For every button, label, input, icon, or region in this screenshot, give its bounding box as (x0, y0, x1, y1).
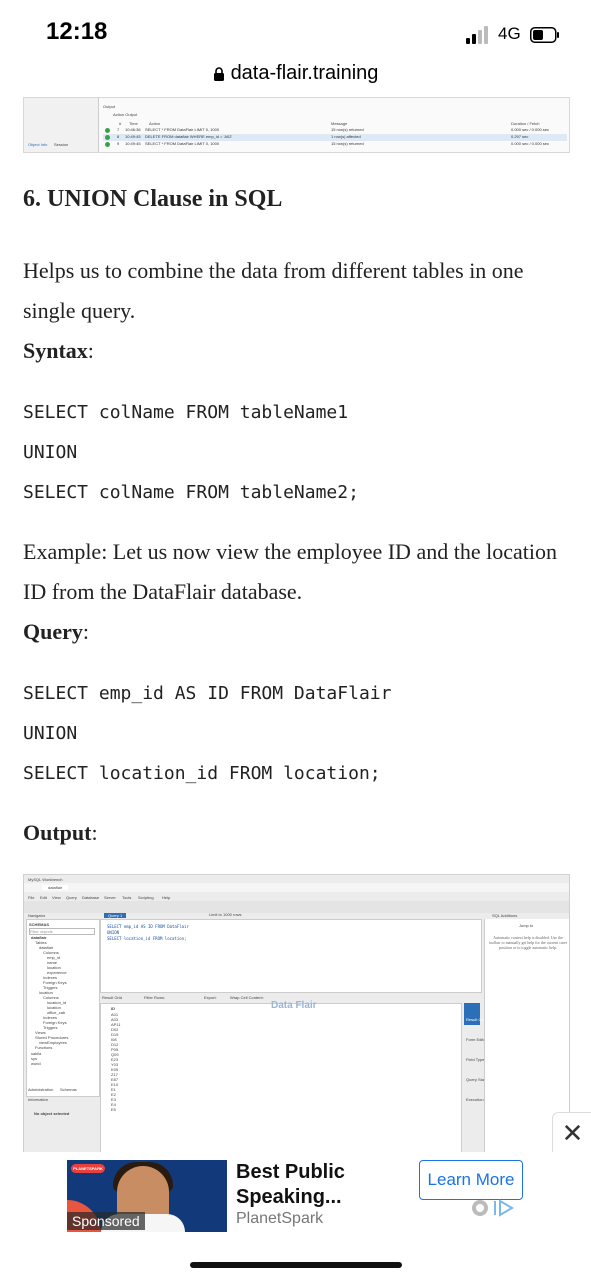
output-panel-title: Output (103, 104, 116, 109)
intro-paragraph: Helps us to combine the data from differ… (23, 258, 524, 323)
col-num: # (119, 121, 122, 126)
wb-navigator-title: Navigator (28, 913, 46, 918)
wb-query-tab: Query 1 (104, 913, 127, 918)
status-bar: 12:18 4G (0, 0, 591, 60)
sponsored-label: Sponsored (67, 1212, 145, 1230)
output-row: 9 10:49:45 SELECT * FROM DataFlair LIMIT… (103, 141, 567, 148)
wb-connection-tab: dataflair (42, 885, 69, 890)
wb-menu-scripting: Scripting (138, 895, 154, 900)
wb-editor-line: SELECT location_id FROM location; (107, 936, 187, 941)
success-icon (105, 142, 110, 147)
action-output-dropdown: Action Output (113, 112, 138, 117)
address-bar[interactable]: data-flair.training (0, 62, 591, 94)
wb-result-grid-btn: Result Grid (102, 995, 123, 1000)
query-code-line: SELECT location_id FROM location; (23, 763, 381, 784)
adchoices-icon[interactable] (470, 1198, 520, 1218)
wb-filter-rows: Filter Rows: (144, 995, 166, 1000)
battery-icon (530, 27, 559, 43)
ad-brand-badge: PLANETSPARK (71, 1164, 105, 1173)
wb-jump-to: Jump to (519, 923, 534, 928)
col-message: Message (331, 121, 348, 126)
wb-no-object: No object selected (34, 1111, 70, 1116)
learn-more-button[interactable]: Learn More (419, 1160, 523, 1200)
syntax-code-line: SELECT colName FROM tableName1 (23, 402, 349, 423)
wb-menu-query: Query (66, 895, 77, 900)
wb-sql-additions: SQL Additions (492, 913, 518, 918)
session-tab: Session (54, 142, 69, 147)
ad-advertiser: PlanetSpark (236, 1210, 324, 1227)
wb-editor-line: SELECT emp_id AS ID FROM DataFlair (107, 924, 189, 929)
success-icon (105, 128, 110, 133)
col-time: Time (129, 121, 138, 126)
success-icon (105, 135, 110, 140)
section-heading: 6. UNION Clause in SQL (23, 186, 283, 212)
url-text: data-flair.training (230, 62, 379, 85)
example-paragraph: Example: Let us now view the employee ID… (23, 539, 557, 604)
output-panel: Output Action Output # Time Action Messa… (98, 98, 569, 152)
wb-information-label: Information (28, 1097, 49, 1102)
wb-schema-navigator: SCHEMAS Filter objects dataflair Tables … (26, 919, 100, 1097)
wb-app-title: MySQL Workbench (28, 877, 63, 882)
wb-schemas-label: SCHEMAS (29, 922, 50, 927)
workbench-output-screenshot: Object Info Session Output Action Output… (23, 97, 570, 153)
network-type: 4G (498, 24, 521, 43)
wb-help-text: Automatic context help is disabled. Use … (489, 935, 567, 950)
status-time: 12:18 (46, 18, 108, 45)
ad-title[interactable]: Best Public Speaking... (236, 1160, 416, 1210)
home-indicator[interactable] (190, 1262, 402, 1268)
wb-limit-select: Limit to 1000 rows (209, 912, 242, 917)
wb-result-header: ID (111, 1006, 115, 1011)
syntax-code-line: UNION (23, 442, 78, 463)
wb-wrap-cell: Wrap Cell Content: (230, 995, 264, 1000)
query-code-line: SELECT emp_id AS ID FROM DataFlair (23, 683, 392, 704)
wb-result-grid: ID A01 A03 AP11 D02 D15 I08 D12 P05 Q09 … (100, 1000, 462, 1159)
col-duration: Duration / Fetch (511, 121, 540, 126)
wb-connection-tabs: dataflair (24, 883, 569, 892)
wb-menu-edit: Edit (40, 895, 47, 900)
query-code-line: UNION (23, 723, 78, 744)
wb-watermark: Data Flair (271, 1000, 317, 1011)
wb-menu-view: View (52, 895, 61, 900)
wb-export: Export: (204, 995, 217, 1000)
syntax-label: Syntax: (23, 338, 94, 363)
wb-editor-line: UNION (107, 930, 120, 935)
lock-icon (213, 66, 224, 81)
workbench-screenshot: MySQL Workbench dataflair File Edit View… (23, 874, 570, 1160)
wb-menu-help: Help (162, 895, 171, 900)
wb-side-tab-result: Result Grid (466, 1017, 487, 1022)
close-icon: ✕ (561, 1119, 584, 1149)
ad-banner[interactable]: PLANETSPARK Sponsored Best Public Speaki… (0, 1152, 591, 1280)
wb-schemas-tab: Schemas (60, 1087, 77, 1092)
wb-menu-tools: Tools (122, 895, 132, 900)
signal-strength-icon (466, 26, 488, 44)
output-row: 7 10:46:36 SELECT * FROM DataFlair LIMIT… (103, 127, 567, 134)
wb-filter-input: Filter objects (29, 928, 95, 935)
object-info-tab: Object Info (28, 142, 48, 147)
query-label: Query: (23, 619, 90, 644)
output-label: Output: (23, 820, 98, 845)
wb-menu-server: Server (104, 895, 116, 900)
wb-sql-editor: SELECT emp_id AS ID FROM DataFlair UNION… (100, 912, 482, 993)
wb-toolbar (24, 901, 569, 913)
col-action: Action (149, 121, 161, 126)
wb-menu-file: File (28, 895, 35, 900)
syntax-code-line: SELECT colName FROM tableName2; (23, 482, 359, 503)
wb-menu-database: Database (82, 895, 100, 900)
output-row: 8 10:49:45 DELETE FROM dataflair WHERE e… (103, 134, 567, 141)
wb-admin-tab: Administration (28, 1087, 54, 1092)
